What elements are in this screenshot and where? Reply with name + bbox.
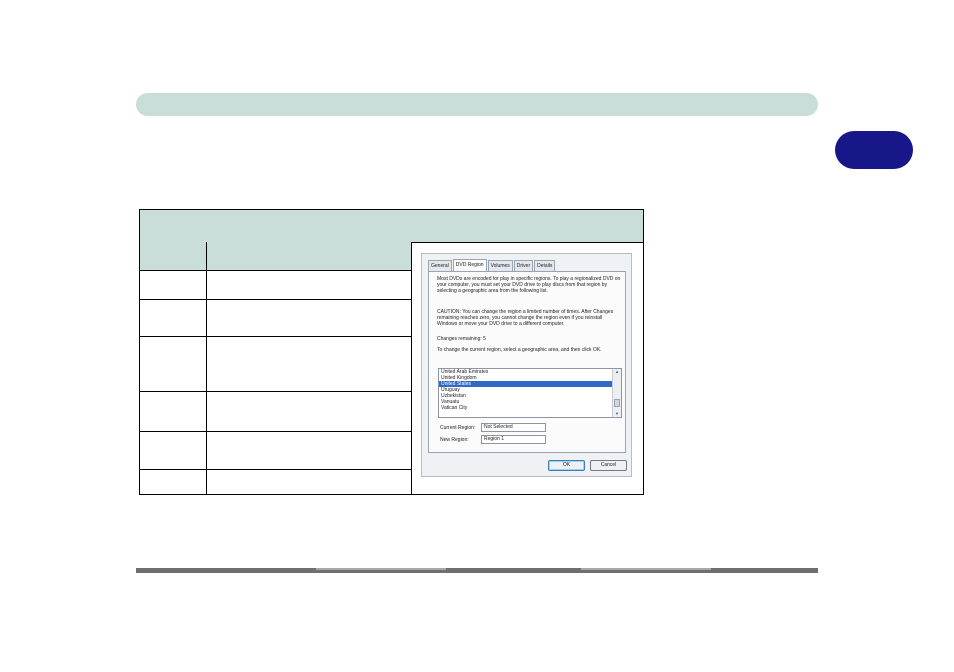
current-region-label: Current Region: [440, 425, 476, 431]
region-listbox[interactable]: United Arab Emirates United Kingdom Unit… [438, 368, 622, 418]
dvd-region-panel: Most DVDs are encoded for play in specif… [428, 271, 626, 453]
changes-remaining: Changes remaining: 5 [437, 336, 486, 342]
tab-details[interactable]: Details [534, 260, 556, 271]
header-bar [136, 93, 818, 116]
chapter-tab [835, 131, 913, 169]
tab-volumes[interactable]: Volumes [487, 260, 513, 271]
tab-dvd-region[interactable]: DVD Region [452, 259, 487, 271]
caution-text: CAUTION: You can change the region a lim… [437, 309, 614, 327]
list-scrollbar[interactable]: ▲ ▼ [612, 369, 621, 417]
table-row-divider [140, 270, 411, 271]
table-row-divider [140, 391, 411, 392]
list-item[interactable]: Vatican City [439, 405, 621, 411]
table-row-divider [140, 299, 411, 300]
footer-highlight [581, 568, 711, 570]
tab-driver[interactable]: Driver [513, 260, 534, 271]
footer-highlight [316, 568, 446, 570]
tab-general[interactable]: General [428, 260, 452, 271]
new-region-field: Region 1 [481, 435, 546, 444]
current-region-field: Not Selected [481, 423, 546, 432]
dvd-region-dialog: General DVD Region Volumes Driver Detail… [421, 253, 632, 477]
intro-text: Most DVDs are encoded for play in specif… [437, 276, 621, 294]
table-col-divider [206, 242, 207, 494]
ok-button[interactable]: OK [548, 460, 585, 471]
new-region-label: New Region: [440, 437, 469, 443]
table-title-row [140, 210, 643, 243]
footer-rule [136, 568, 818, 573]
scroll-thumb[interactable] [614, 399, 620, 407]
table-row-divider [140, 469, 411, 470]
scroll-up-icon[interactable]: ▲ [614, 369, 620, 375]
table-header-cell-1 [140, 242, 206, 270]
scroll-down-icon[interactable]: ▼ [614, 411, 620, 417]
instruction-text: To change the current region, select a g… [437, 347, 602, 353]
table-row-divider [140, 336, 411, 337]
table-col-divider [411, 242, 412, 494]
table-header-cell-2 [206, 242, 411, 270]
dialog-tabs: General DVD Region Volumes Driver Detail… [428, 259, 556, 271]
cancel-button[interactable]: Cancel [590, 460, 627, 471]
table-row-divider [140, 431, 411, 432]
